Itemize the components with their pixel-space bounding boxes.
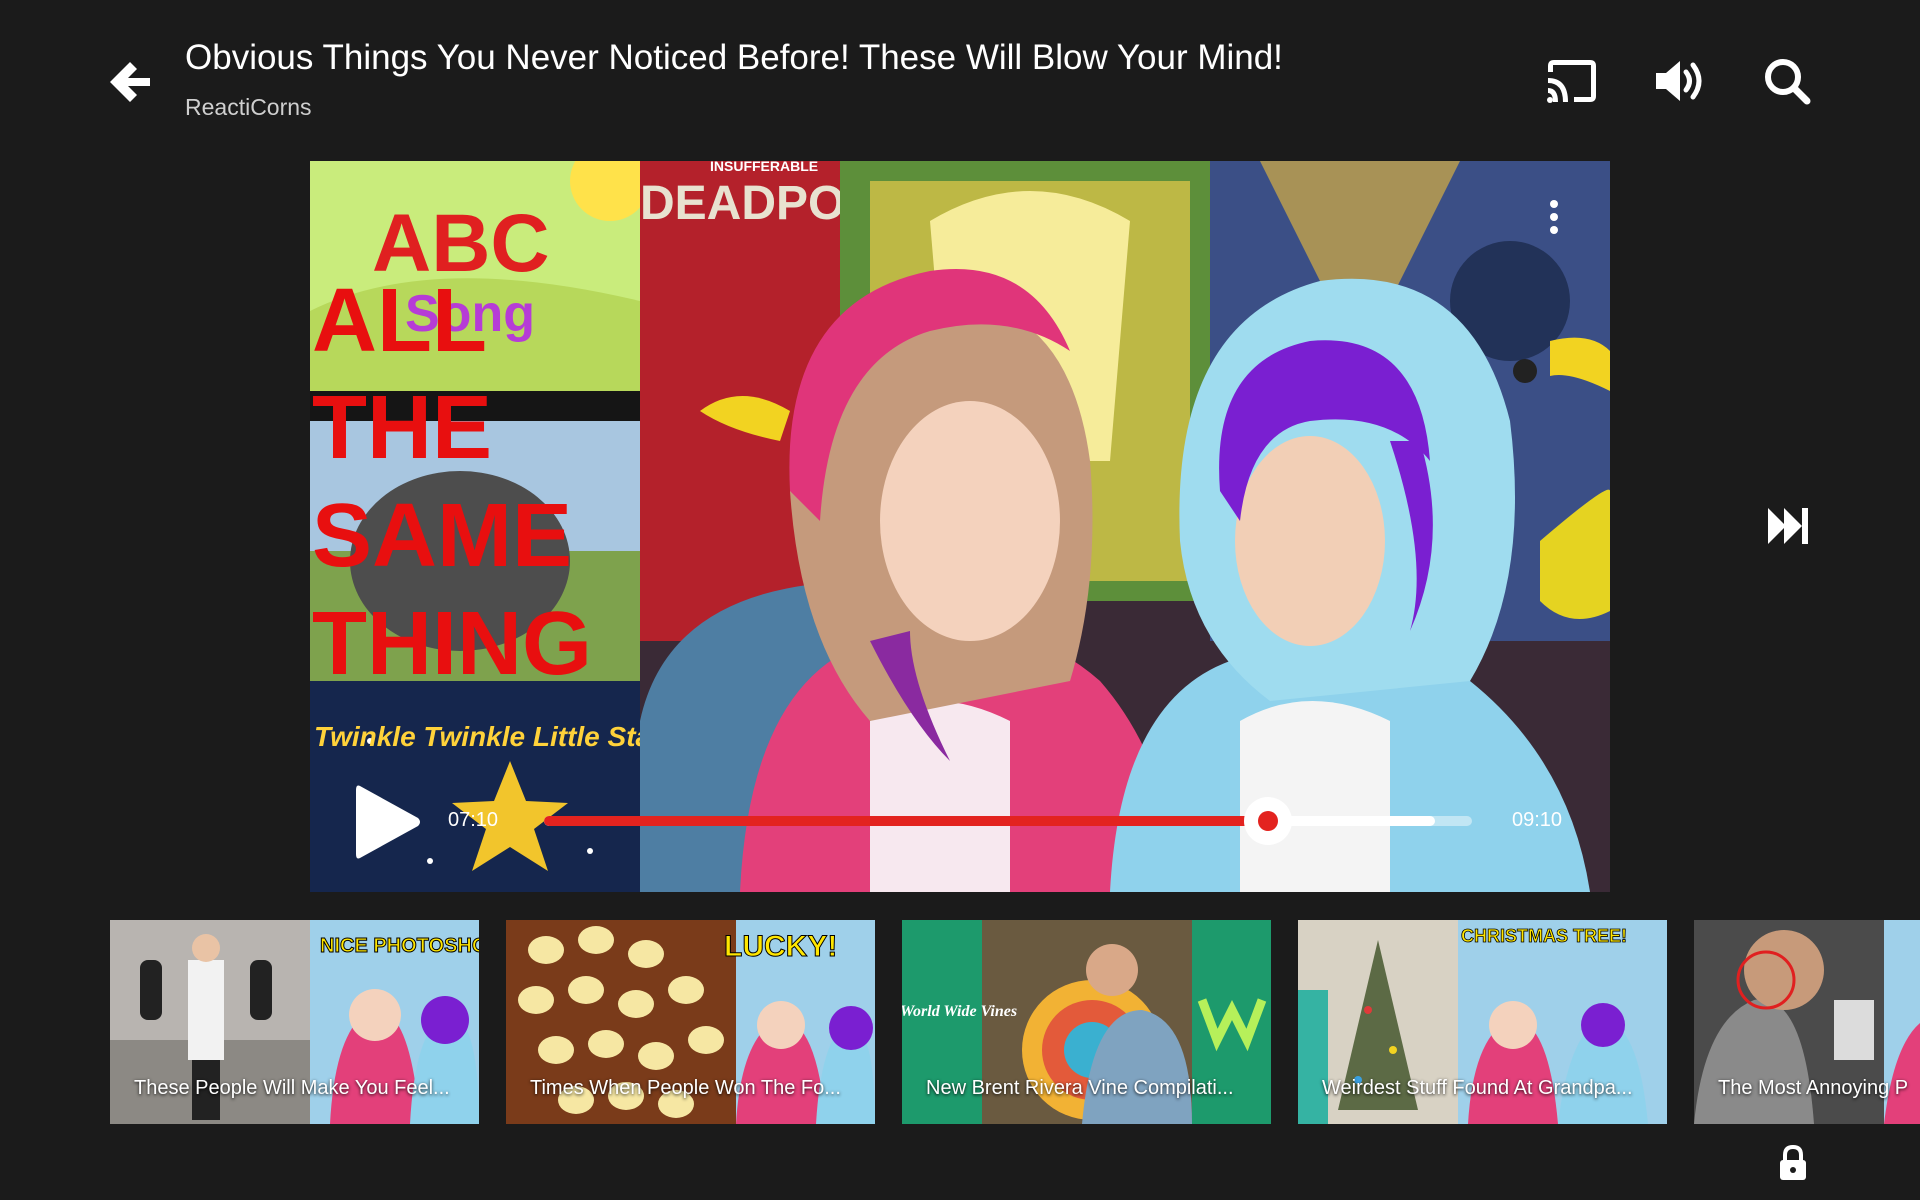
more-vertical-icon (1550, 200, 1558, 234)
related-video-card[interactable]: CHRISTMAS TREE! Weirdest Stuff Found At … (1298, 920, 1667, 1124)
thumbnail-badge: LUCKY! (724, 930, 837, 963)
poster-top-text: INSUFFERABLE (710, 161, 818, 174)
current-time: 07:10 (448, 809, 499, 831)
back-button[interactable] (104, 56, 156, 108)
more-options-button[interactable] (1540, 198, 1568, 238)
seek-scrubber[interactable] (1243, 797, 1292, 845)
related-video-card[interactable]: The Most Annoying P (1694, 920, 1920, 1124)
seek-bar[interactable] (544, 797, 1472, 845)
search-icon (1765, 59, 1811, 105)
related-video-card[interactable]: LUCKY! Times When People Won The Fo... (506, 920, 875, 1124)
play-icon (356, 785, 420, 859)
play-button[interactable] (350, 782, 424, 862)
related-video-title: New Brent Rivera Vine Compilati... (926, 1077, 1234, 1099)
thumbnail-badge: CHRISTMAS TREE! (1461, 926, 1627, 946)
video-title: Obvious Things You Never Noticed Before!… (185, 38, 1283, 77)
overlay-line-1: ALL (312, 271, 487, 371)
related-videos-row: NICE PHOTOSHOP! These People Will Make Y… (110, 920, 1920, 1124)
twinkle-text: Twinkle Twinkle Little Star (314, 721, 664, 752)
channel-name[interactable]: ReactiCorns (185, 92, 312, 122)
volume-icon (1656, 61, 1702, 101)
skip-next-icon (1768, 508, 1808, 544)
search-button[interactable] (1760, 56, 1816, 106)
volume-button[interactable] (1652, 56, 1708, 106)
back-arrow-icon (110, 62, 150, 102)
seek-bar-played (544, 816, 1268, 826)
next-video-button[interactable] (1766, 504, 1810, 548)
video-player-screen: Obvious Things You Never Noticed Before!… (0, 0, 1920, 1200)
thumbnail-badge: World Wide Vines (902, 1003, 1017, 1020)
related-video-title: Times When People Won The Fo... (530, 1077, 841, 1099)
lock-button[interactable] (1778, 1144, 1808, 1182)
related-video-card[interactable]: NICE PHOTOSHOP! These People Will Make Y… (110, 920, 479, 1124)
related-video-title: The Most Annoying P (1718, 1077, 1909, 1099)
thumbnail-badge: NICE PHOTOSHOP! (320, 935, 479, 957)
duration-time: 09:10 (1512, 809, 1563, 831)
overlay-line-3: SAME (312, 486, 572, 586)
related-video-title: These People Will Make You Feel... (134, 1077, 450, 1099)
player-controls: 07:10 09:10 (310, 760, 1610, 880)
related-video-card[interactable]: World Wide Vines New Brent Rivera Vine C… (902, 920, 1271, 1124)
cast-button[interactable] (1544, 56, 1600, 106)
overlay-line-2: THE (312, 378, 492, 478)
lock-icon (1780, 1144, 1806, 1180)
overlay-line-4: THING (312, 594, 592, 694)
cast-icon (1547, 60, 1596, 103)
related-video-title: Weirdest Stuff Found At Grandpa... (1322, 1077, 1633, 1099)
